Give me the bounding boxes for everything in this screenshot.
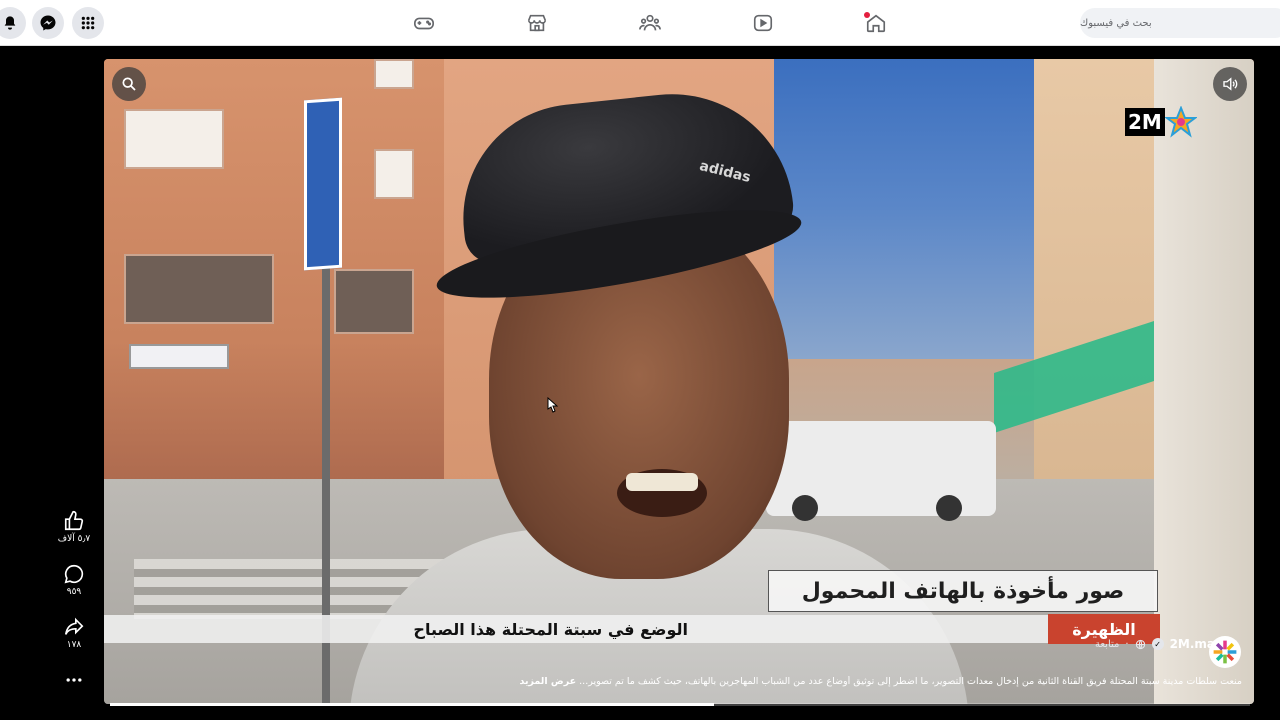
share-action[interactable]: ١٧٨ xyxy=(54,616,94,650)
share-icon xyxy=(64,617,84,635)
notifications-button[interactable] xyxy=(0,7,26,39)
verified-badge-icon: ✓ xyxy=(1151,638,1164,650)
2m-star-logo-icon xyxy=(1213,640,1237,664)
comment-action[interactable]: ٩٥٩ xyxy=(54,563,94,597)
channel-logo: 2M xyxy=(1125,106,1197,138)
more-options-button[interactable] xyxy=(54,672,94,688)
like-icon xyxy=(64,511,84,531)
globe-icon xyxy=(1135,639,1145,649)
video-search-button[interactable] xyxy=(112,67,146,101)
description-text: منعت سلطات مدينة سبتة المحتلة فريق القنا… xyxy=(579,676,1242,687)
mouse-cursor-icon xyxy=(547,397,558,413)
more-dots-icon xyxy=(66,678,82,682)
news-ticker: الوضع في سبتة المحتلة هذا الصباح xyxy=(104,615,1158,643)
tab-groups[interactable] xyxy=(638,11,662,35)
video-progress-bar[interactable] xyxy=(110,703,1250,706)
post-description: منعت سلطات مدينة سبتة المحتلة فريق القنا… xyxy=(520,676,1242,687)
home-notification-dot xyxy=(864,12,870,18)
page-name[interactable]: 2M.ma xyxy=(1170,637,1215,651)
person-teeth xyxy=(626,473,698,491)
tab-watch[interactable] xyxy=(751,11,775,35)
background-window xyxy=(334,269,414,334)
volume-icon xyxy=(1223,77,1238,91)
tab-marketplace[interactable] xyxy=(525,11,549,35)
menu-grid-icon xyxy=(81,16,95,30)
separator-dot: · xyxy=(1125,638,1129,650)
tab-gaming[interactable] xyxy=(412,11,436,35)
share-count: ١٧٨ xyxy=(66,640,82,650)
menu-button[interactable] xyxy=(72,7,104,39)
crosswalk-sign xyxy=(304,97,342,271)
video-progress-fill xyxy=(110,703,715,706)
comment-icon xyxy=(64,564,84,584)
page-info-row: متابعة · ✓ 2M.ma xyxy=(1095,633,1215,655)
follow-link[interactable]: متابعة xyxy=(1095,639,1119,650)
video-player[interactable]: adidas 2M صور مأخوذة بالهاتف المحمول الو… xyxy=(104,59,1254,704)
building-column xyxy=(1154,59,1254,704)
watch-icon xyxy=(753,14,773,32)
top-navigation-bar: بحث في فيسبوك xyxy=(0,0,1280,46)
search-icon xyxy=(122,77,136,91)
messenger-button[interactable] xyxy=(32,7,64,39)
search-placeholder: بحث في فيسبوك xyxy=(1080,17,1152,29)
marketplace-icon xyxy=(527,14,547,32)
shop-sign xyxy=(129,344,229,369)
search-input[interactable]: بحث في فيسبوك xyxy=(1080,8,1280,38)
groups-icon xyxy=(639,14,661,31)
channel-logo-text: 2M xyxy=(1125,108,1165,136)
video-caption: صور مأخوذة بالهاتف المحمول xyxy=(768,570,1158,612)
gaming-icon xyxy=(414,17,434,30)
notifications-icon xyxy=(4,16,16,30)
volume-button[interactable] xyxy=(1213,67,1247,101)
see-more-link[interactable]: عرض المزيد xyxy=(520,676,576,687)
background-window xyxy=(124,254,274,324)
background-glass-building xyxy=(774,59,1064,359)
like-action[interactable]: ٥٫٧ آلاف xyxy=(54,510,94,544)
star-logo-icon xyxy=(1164,106,1197,138)
messenger-icon xyxy=(40,15,56,31)
white-truck xyxy=(766,421,996,521)
background-window xyxy=(374,149,414,199)
comment-count: ٩٥٩ xyxy=(66,587,82,597)
like-count: ٥٫٧ آلاف xyxy=(57,534,91,544)
background-window xyxy=(124,109,224,169)
background-window xyxy=(374,59,414,89)
